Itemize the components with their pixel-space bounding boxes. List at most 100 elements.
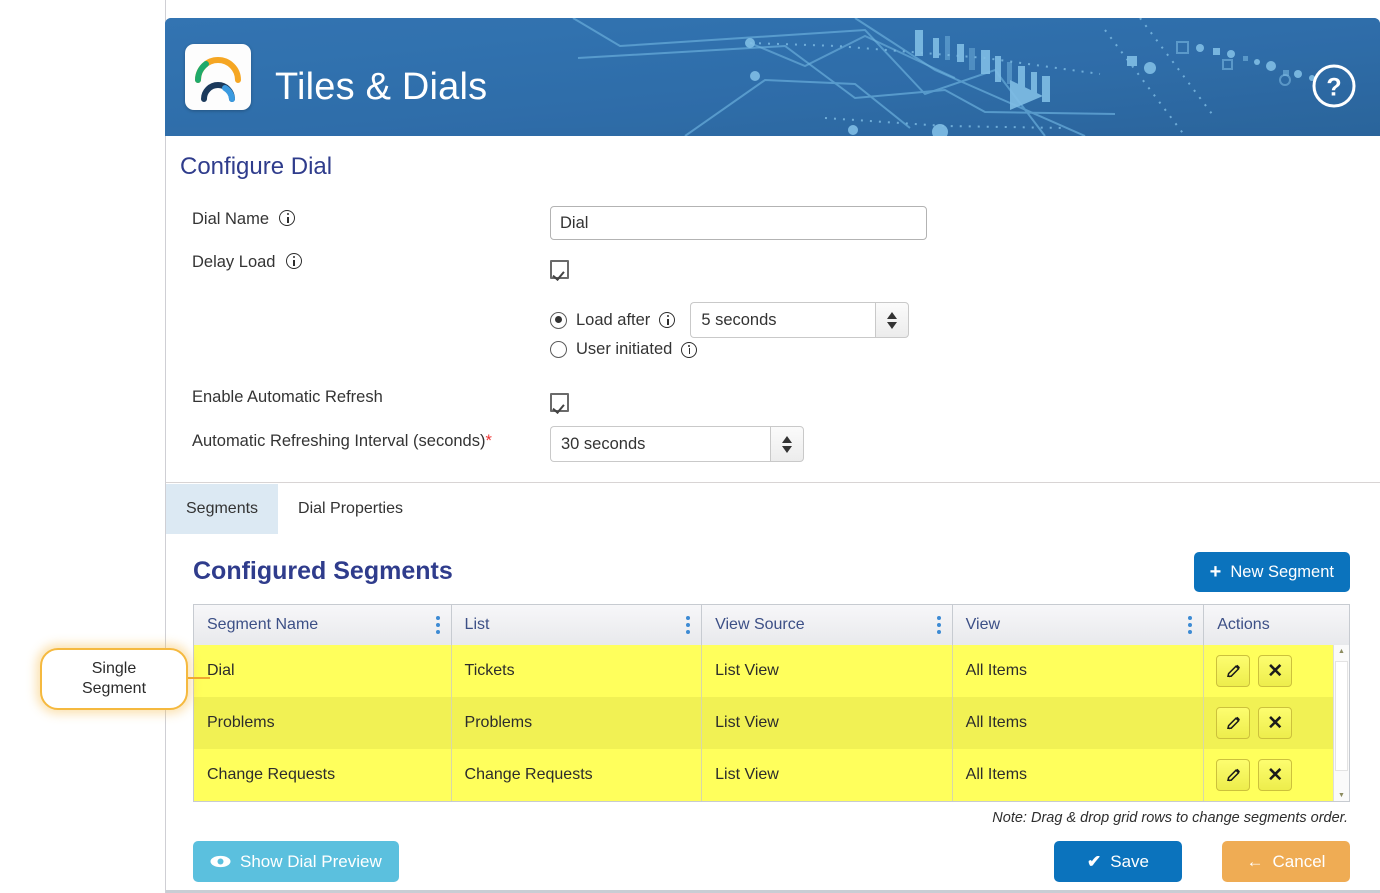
column-label: View Source: [715, 616, 805, 633]
section-divider: [166, 482, 1380, 483]
column-header-list[interactable]: List: [452, 605, 703, 645]
tab-segments[interactable]: Segments: [166, 484, 279, 534]
info-icon[interactable]: [279, 210, 296, 226]
new-segment-label: New Segment: [1230, 562, 1334, 581]
refresh-interval-value[interactable]: 30 seconds: [550, 426, 770, 462]
close-x-icon: ✕: [1267, 660, 1284, 682]
show-dial-preview-button[interactable]: Show Dial Preview: [193, 841, 399, 882]
radio-load-after[interactable]: [550, 311, 567, 329]
delete-row-button[interactable]: ✕: [1258, 707, 1293, 739]
column-label: Actions: [1217, 616, 1270, 633]
new-segment-button[interactable]: + New Segment: [1193, 552, 1350, 592]
plus-icon: +: [1209, 561, 1222, 583]
table-row[interactable]: Dial Tickets List View All Items ✕: [194, 645, 1349, 697]
pencil-icon: [1226, 716, 1240, 729]
radio-user-initiated[interactable]: [550, 341, 567, 358]
chevron-up-icon[interactable]: [887, 311, 898, 319]
field-auto-refresh-label: Enable Automatic Refresh: [192, 388, 383, 407]
app-logo: [185, 44, 251, 110]
scroll-down-icon[interactable]: ▼: [1338, 792, 1345, 799]
delete-row-button[interactable]: ✕: [1258, 655, 1293, 687]
pencil-icon: [1226, 768, 1240, 781]
pencil-icon: [1226, 664, 1240, 677]
segments-grid: Segment Name List View Source View Actio…: [193, 604, 1350, 802]
show-dial-preview-label: Show Dial Preview: [240, 851, 382, 871]
dial-name-input[interactable]: [550, 206, 927, 240]
table-row[interactable]: Problems Problems List View All Items ✕: [194, 697, 1349, 749]
load-after-value[interactable]: 5 seconds: [690, 302, 876, 338]
callout-line-2: Segment: [81, 680, 147, 697]
column-header-view[interactable]: View: [953, 605, 1205, 645]
delete-row-button[interactable]: ✕: [1258, 759, 1293, 791]
page-title: Configure Dial: [180, 153, 333, 180]
load-after-spinner[interactable]: 5 seconds: [690, 302, 910, 338]
eye-icon: [210, 855, 231, 868]
delay-load-checkbox[interactable]: [550, 260, 569, 279]
column-menu-icon[interactable]: [686, 616, 691, 634]
svg-text:?: ?: [1326, 74, 1341, 102]
edit-row-button[interactable]: [1216, 759, 1251, 791]
table-row[interactable]: Change Requests Change Requests List Vie…: [194, 749, 1349, 801]
cell-actions: ✕: [1204, 697, 1349, 749]
cell-list: Problems: [452, 697, 703, 749]
column-menu-icon[interactable]: [936, 616, 941, 634]
edit-row-button[interactable]: [1216, 655, 1251, 687]
annotation-callout: Single Segment: [40, 648, 188, 710]
grid-vertical-scrollbar[interactable]: ▲ ▼: [1333, 645, 1349, 801]
required-marker: *: [485, 432, 492, 450]
user-initiated-label: User initiated: [576, 340, 673, 358]
column-header-segment-name[interactable]: Segment Name: [194, 605, 452, 645]
cancel-label: Cancel: [1272, 851, 1326, 871]
refresh-interval-spinner[interactable]: 30 seconds: [550, 426, 804, 462]
delay-load-option-user-initiated[interactable]: User initiated: [550, 340, 698, 359]
annotation-leader-line: [188, 677, 210, 679]
tab-bar: Segments Dial Properties: [166, 484, 423, 534]
grid-note: Note: Drag & drop grid rows to change se…: [992, 810, 1348, 826]
edit-row-button[interactable]: [1216, 707, 1251, 739]
dial-gauge-logo-icon: [195, 57, 241, 102]
column-header-actions: Actions: [1204, 605, 1349, 645]
column-label: View: [965, 616, 1001, 633]
field-dial-name-label: Dial Name: [192, 210, 296, 229]
info-icon[interactable]: [681, 341, 698, 358]
configured-segments-title: Configured Segments: [193, 557, 453, 585]
cell-segment-name: Change Requests: [194, 749, 452, 801]
field-delay-load-label: Delay Load: [192, 253, 302, 272]
info-icon[interactable]: [285, 253, 302, 269]
check-icon: ✔: [1087, 851, 1102, 871]
auto-refresh-label: Enable Automatic Refresh: [192, 388, 383, 406]
column-menu-icon[interactable]: [1188, 616, 1193, 634]
load-after-label: Load after: [576, 310, 651, 329]
chevron-down-icon[interactable]: [887, 321, 898, 329]
cell-list: Tickets: [452, 645, 703, 697]
grid-body: Dial Tickets List View All Items ✕ Probl…: [194, 645, 1349, 801]
save-button[interactable]: ✔ Save: [1054, 841, 1182, 882]
column-menu-icon[interactable]: [435, 616, 440, 634]
column-header-view-source[interactable]: View Source: [702, 605, 953, 645]
arrow-left-icon: ←: [1246, 851, 1264, 871]
save-label: Save: [1110, 851, 1149, 871]
configure-dial-form: Dial Name Delay Load Load after 5 second…: [166, 195, 1380, 478]
cell-actions: ✕: [1204, 749, 1349, 801]
scroll-up-icon[interactable]: ▲: [1338, 648, 1345, 655]
close-x-icon: ✕: [1267, 764, 1284, 786]
info-icon[interactable]: [659, 312, 676, 328]
cancel-button[interactable]: ← Cancel: [1222, 841, 1350, 882]
column-label: Segment Name: [207, 616, 319, 633]
refresh-interval-label: Automatic Refreshing Interval (seconds): [192, 432, 486, 450]
chevron-up-icon[interactable]: [782, 435, 792, 443]
auto-refresh-checkbox[interactable]: [550, 393, 569, 412]
help-circle-icon[interactable]: ?: [1311, 63, 1357, 109]
scrollbar-thumb[interactable]: [1335, 661, 1348, 771]
app-title: Tiles & Dials: [275, 66, 488, 108]
load-after-stepper[interactable]: [875, 302, 910, 338]
refresh-interval-stepper[interactable]: [770, 426, 804, 462]
cell-segment-name: Dial: [194, 645, 452, 697]
grid-header-row: Segment Name List View Source View Actio…: [194, 605, 1349, 645]
delay-load-option-load-after[interactable]: Load after 5 seconds: [550, 302, 910, 338]
chevron-down-icon[interactable]: [782, 445, 792, 453]
tab-dial-properties[interactable]: Dial Properties: [278, 484, 423, 534]
delay-load-label: Delay Load: [192, 253, 276, 271]
callout-line-1: Single: [91, 660, 137, 677]
cell-view-source: List View: [702, 697, 953, 749]
